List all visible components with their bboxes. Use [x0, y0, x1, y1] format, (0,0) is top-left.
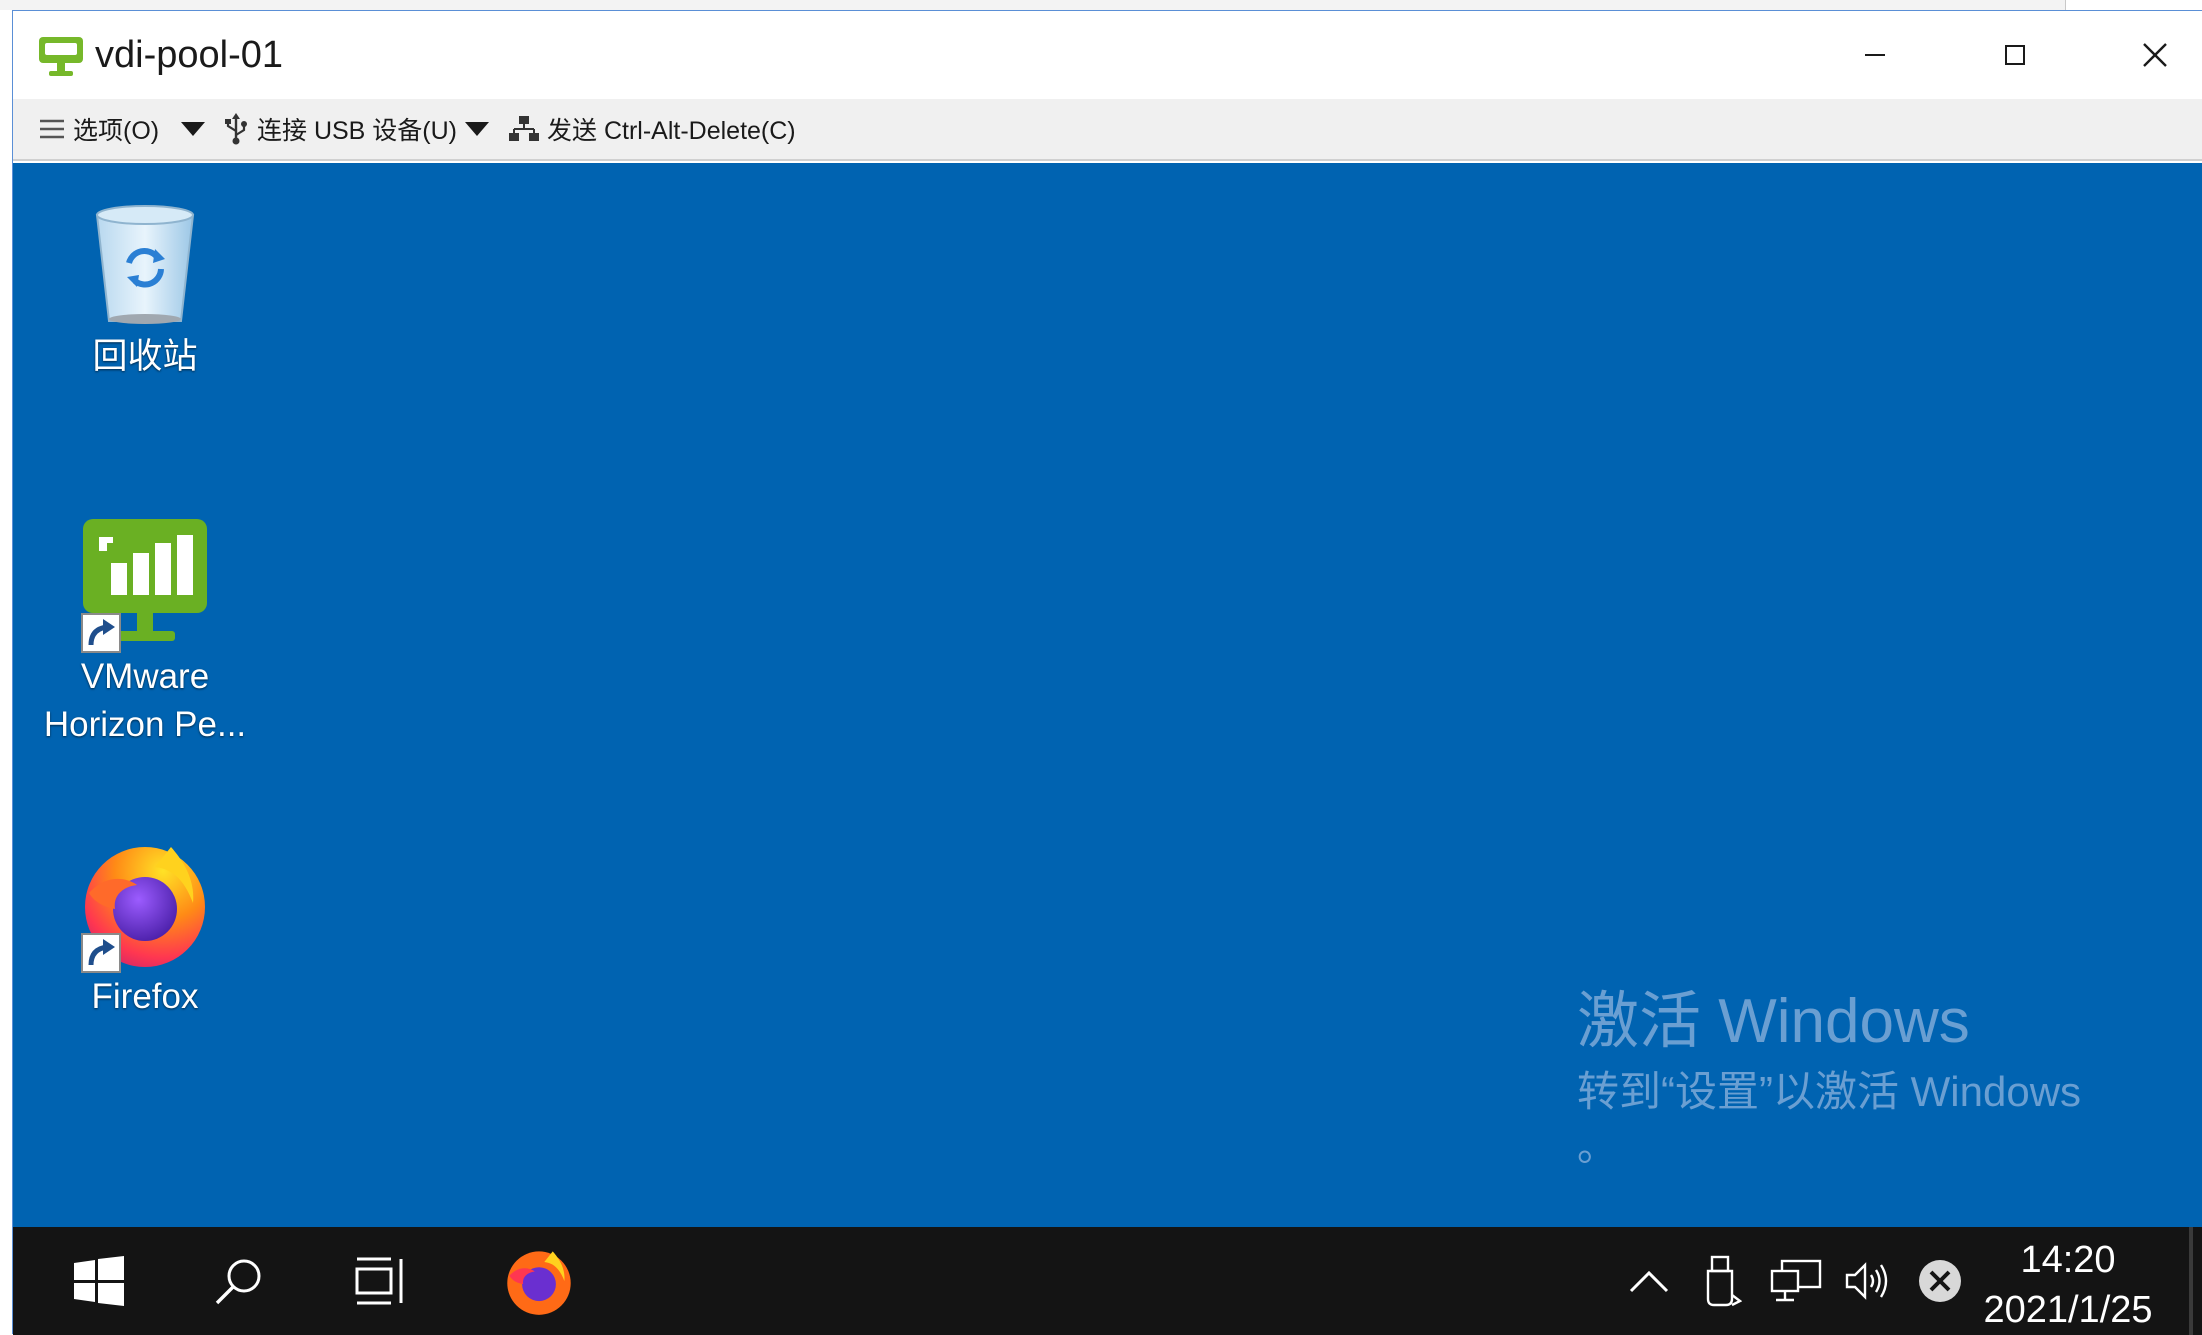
- clock-time: 14:20: [2020, 1239, 2116, 1281]
- clock-date: 2021/1/25: [1983, 1289, 2153, 1331]
- options-menu[interactable]: 选项(O): [39, 99, 159, 159]
- windows-logo-icon: [74, 1256, 124, 1306]
- search-icon: [215, 1259, 261, 1305]
- toolbar: 选项(O) 连接 USB 设备(U) 发送 Ctrl-Alt-Delete(C): [13, 99, 2202, 161]
- network-nodes-icon: [509, 116, 539, 141]
- start-button[interactable]: [43, 1227, 155, 1335]
- remote-desktop[interactable]: 回收站 VMware Horizon Pe... Firefox 激活 Wind…: [13, 163, 2202, 1227]
- maximize-icon: [2005, 45, 2025, 65]
- usb-drive-icon: [1706, 1255, 1742, 1307]
- options-dropdown-arrow[interactable]: [181, 99, 205, 159]
- watermark-subtitle: 转到“设置”以激活 Windows: [1577, 1068, 2082, 1115]
- firefox-label: Firefox: [91, 977, 199, 1016]
- error-status-tray-icon[interactable]: [1905, 1227, 1975, 1335]
- vmware-horizon-label-line2: Horizon Pe...: [43, 705, 247, 744]
- usb-icon: [225, 113, 247, 145]
- vmware-horizon-app-icon: [39, 37, 83, 76]
- minimize-button[interactable]: [1805, 11, 1945, 99]
- chevron-up-icon: [1629, 1270, 1669, 1293]
- speaker-icon: [1845, 1262, 1888, 1300]
- network-monitor-icon: [1770, 1259, 1822, 1302]
- options-menu-label: 选项(O): [73, 117, 160, 145]
- title-bar[interactable]: vdi-pool-01: [13, 11, 2202, 99]
- outer-background: [0, 0, 2202, 10]
- watermark-period: 。: [1577, 1125, 1617, 1169]
- desktop-icon-recycle-bin[interactable]: 回收站: [35, 193, 255, 381]
- activate-windows-watermark: 激活 Windows 转到“设置”以激活 Windows 。: [1577, 983, 2081, 1171]
- task-view-icon: [355, 1257, 403, 1305]
- close-button[interactable]: [2085, 11, 2202, 99]
- desktop-icon-firefox[interactable]: Firefox: [35, 833, 255, 1021]
- minimize-icon: [1865, 54, 1885, 56]
- firefox-icon: [507, 1251, 571, 1315]
- shortcut-arrow-icon: [81, 933, 121, 973]
- shortcut-arrow-icon: [81, 613, 121, 653]
- caret-down-icon: [465, 122, 489, 136]
- error-x-circle-icon: [1919, 1260, 1961, 1302]
- connect-usb-label: 连接 USB 设备(U): [257, 117, 458, 145]
- connect-usb-menu[interactable]: 连接 USB 设备(U): [223, 99, 457, 159]
- desktop-icon-vmware-horizon[interactable]: VMware Horizon Pe...: [35, 513, 255, 749]
- search-button[interactable]: [183, 1227, 295, 1335]
- remote-desktop-window: vdi-pool-01 选项(O) 连接 USB 设备(U) 发送 Ctrl-A…: [12, 10, 2202, 1335]
- recycle-bin-icon: [95, 205, 195, 324]
- taskbar-firefox-button[interactable]: [479, 1227, 599, 1335]
- usb-dropdown-arrow[interactable]: [465, 99, 489, 159]
- task-view-button[interactable]: [325, 1227, 437, 1335]
- taskbar: 14:20 2021/1/25: [13, 1227, 2202, 1335]
- taskbar-clock[interactable]: 14:20 2021/1/25: [1973, 1235, 2163, 1335]
- maximize-button[interactable]: [1945, 11, 2085, 99]
- send-ctrl-alt-delete-button[interactable]: 发送 Ctrl-Alt-Delete(C): [509, 99, 796, 159]
- usb-device-tray-icon[interactable]: [1691, 1227, 1757, 1335]
- send-ctrl-alt-delete-label: 发送 Ctrl-Alt-Delete(C): [547, 117, 796, 145]
- show-desktop-button[interactable]: [2189, 1227, 2193, 1335]
- caret-down-icon: [181, 122, 205, 136]
- close-icon: [2143, 43, 2167, 67]
- window-title: vdi-pool-01: [95, 34, 283, 76]
- volume-tray-icon[interactable]: [1833, 1227, 1903, 1335]
- watermark-title: 激活 Windows: [1577, 987, 1970, 1056]
- network-tray-icon[interactable]: [1761, 1227, 1831, 1335]
- recycle-bin-label: 回收站: [92, 337, 198, 376]
- hamburger-menu-icon: [40, 119, 64, 139]
- show-hidden-icons-button[interactable]: [1613, 1227, 1685, 1335]
- vmware-horizon-label-line1: VMware: [80, 657, 210, 696]
